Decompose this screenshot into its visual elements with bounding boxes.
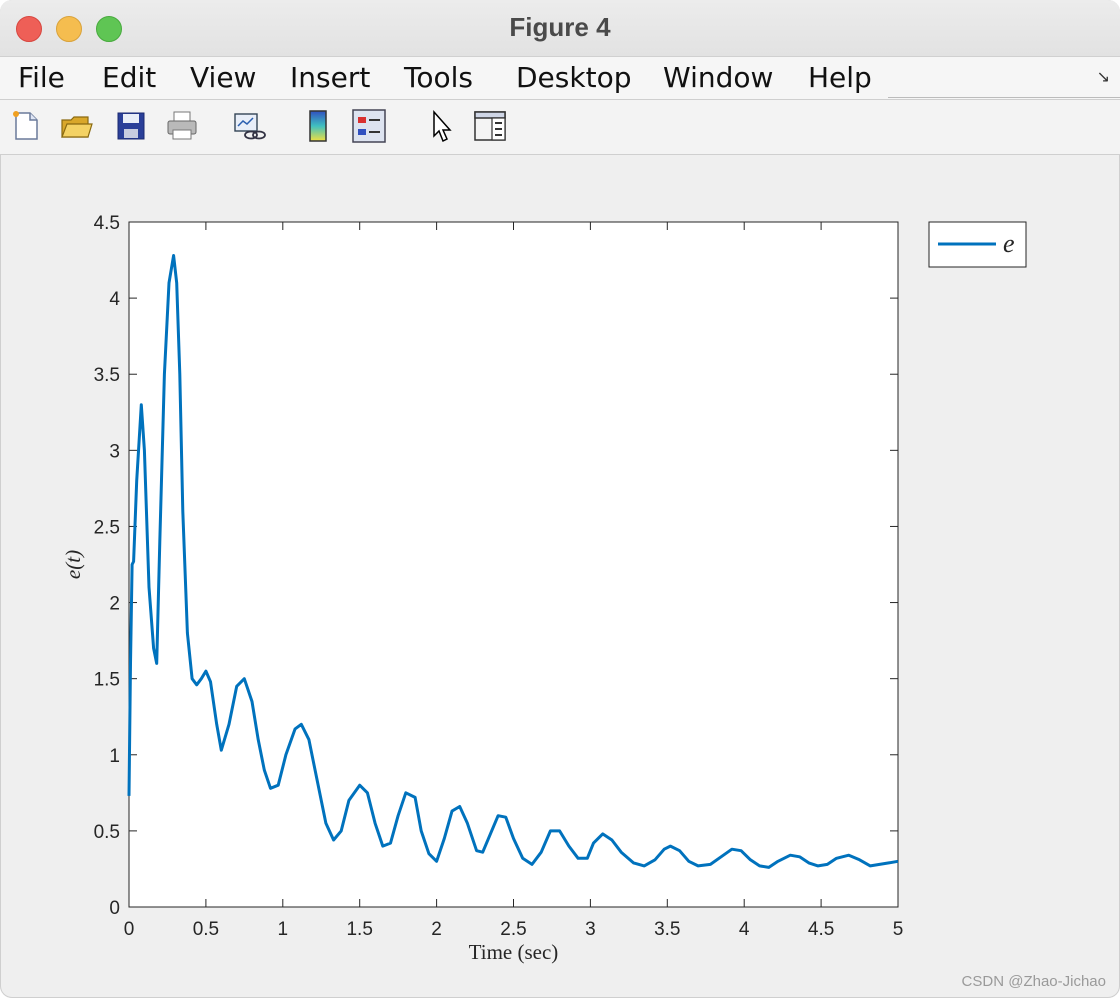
menu-edit[interactable]: Edit bbox=[102, 61, 156, 94]
y-tick-label: 4 bbox=[109, 289, 120, 310]
menu-file[interactable]: File bbox=[18, 61, 65, 94]
x-tick-label: 4 bbox=[739, 919, 750, 940]
axes-box[interactable] bbox=[128, 221, 899, 908]
y-tick-label: 2.5 bbox=[94, 517, 120, 538]
y-tick-label: 1 bbox=[109, 746, 120, 767]
watermark-text: CSDN @Zhao-Jichao bbox=[961, 973, 1106, 990]
figure-window: Figure 4 File Edit View Insert Tools Des… bbox=[0, 0, 1120, 998]
menu-insert[interactable]: Insert bbox=[290, 61, 370, 94]
insert-legend-icon[interactable] bbox=[351, 108, 387, 144]
plot-area: 0 0.5 1 1.5 2 2.5 3 3.5 4 4.5 5 0 0.5 1 1.5 2 2.5 3 3.5 4 4.… bbox=[0, 155, 1120, 998]
y-tick-label: 2 bbox=[109, 594, 120, 615]
x-tick-label: 4.5 bbox=[808, 919, 834, 940]
figure-toolbar bbox=[0, 100, 1120, 155]
x-tick-label: 0 bbox=[124, 919, 135, 940]
open-file-icon[interactable] bbox=[58, 108, 94, 144]
title-bar: Figure 4 bbox=[0, 0, 1120, 57]
save-icon[interactable] bbox=[113, 108, 149, 144]
print-icon[interactable] bbox=[164, 108, 200, 144]
x-tick-label: 0.5 bbox=[193, 919, 219, 940]
menubar-divider bbox=[888, 97, 1120, 98]
window-title: Figure 4 bbox=[509, 12, 611, 42]
legend-label: e bbox=[1003, 229, 1015, 258]
x-tick-label: 2.5 bbox=[500, 919, 526, 940]
new-figure-icon[interactable] bbox=[8, 108, 44, 144]
x-tick-label: 2 bbox=[431, 919, 442, 940]
menu-tools[interactable]: Tools bbox=[404, 61, 473, 94]
y-tick-label: 0.5 bbox=[94, 822, 120, 843]
y-tick-label: 3 bbox=[109, 441, 120, 462]
y-tick-label: 1.5 bbox=[94, 670, 120, 691]
insert-colorbar-icon[interactable] bbox=[300, 108, 336, 144]
y-tick-label: 4.5 bbox=[94, 213, 120, 234]
menu-bar: File Edit View Insert Tools Desktop Wind… bbox=[0, 57, 1120, 100]
menu-view[interactable]: View bbox=[190, 61, 256, 94]
x-tick-label: 3.5 bbox=[654, 919, 680, 940]
x-tick-label: 1 bbox=[278, 919, 289, 940]
dock-arrow-icon[interactable]: ↘ bbox=[1097, 67, 1110, 87]
menu-desktop[interactable]: Desktop bbox=[516, 61, 631, 94]
y-tick-label: 3.5 bbox=[94, 365, 120, 386]
menu-window[interactable]: Window bbox=[663, 61, 773, 94]
x-tick-label: 1.5 bbox=[346, 919, 372, 940]
edit-plot-icon[interactable] bbox=[424, 108, 460, 144]
x-tick-label: 3 bbox=[585, 919, 596, 940]
menu-help[interactable]: Help bbox=[808, 61, 872, 94]
chart-svg[interactable]: 0 0.5 1 1.5 2 2.5 3 3.5 4 4.5 5 0 0.5 1 1.5 2 2.5 3 3.5 4 4.… bbox=[0, 155, 1120, 998]
x-tick-label: 5 bbox=[893, 919, 904, 940]
y-tick-label: 0 bbox=[109, 898, 120, 919]
x-axis-label: Time (sec) bbox=[469, 940, 559, 964]
y-axis-label: e(t) bbox=[61, 550, 85, 579]
property-inspector-icon[interactable] bbox=[472, 108, 508, 144]
link-plot-icon[interactable] bbox=[231, 108, 267, 144]
